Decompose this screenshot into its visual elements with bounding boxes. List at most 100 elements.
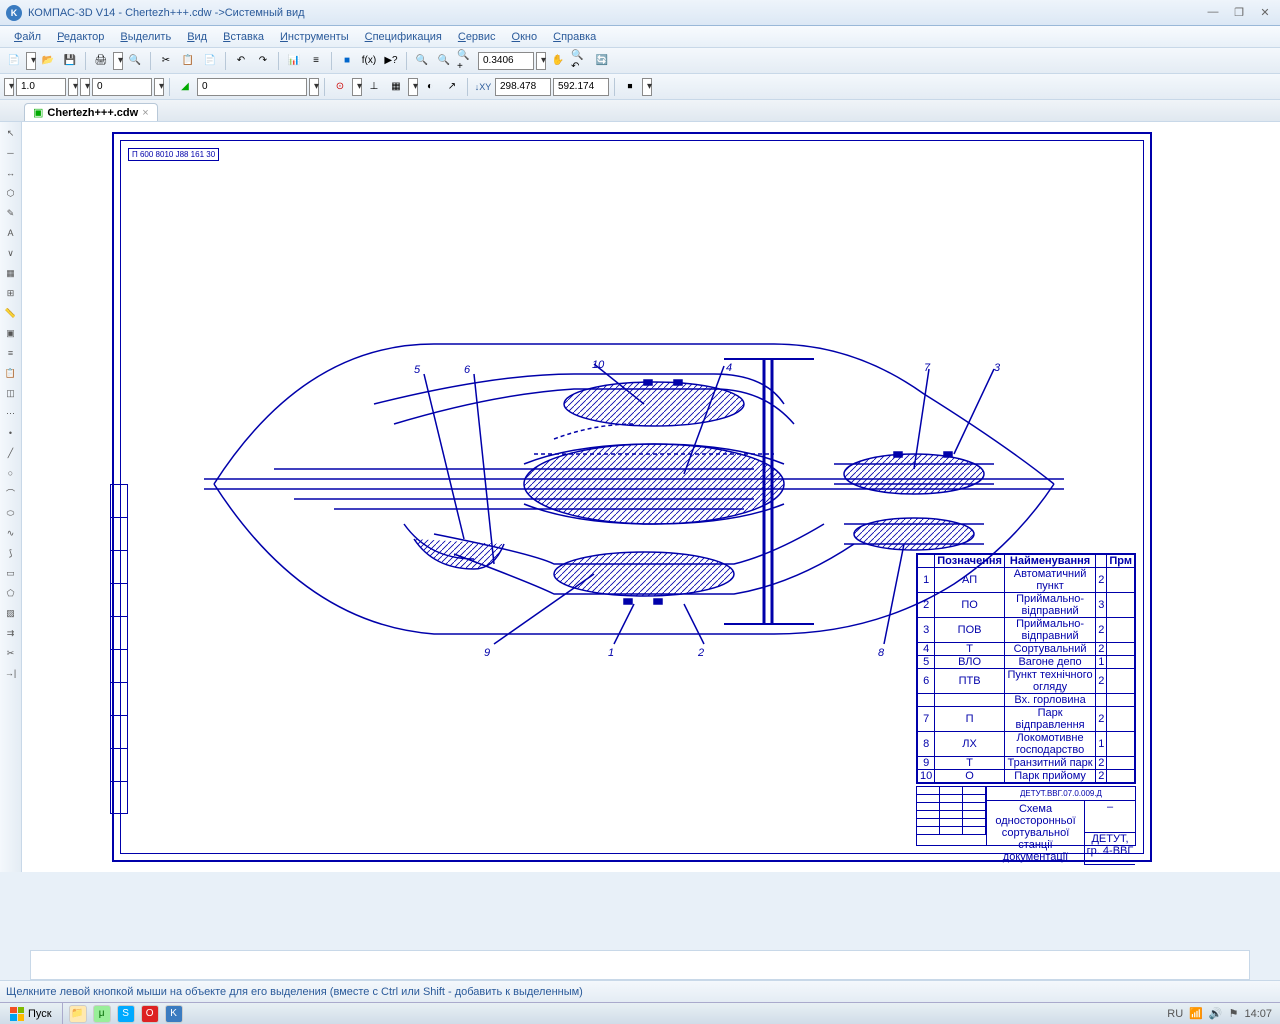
tray-network-icon[interactable]: 📶 bbox=[1189, 1007, 1203, 1020]
canvas[interactable]: П 600 8010 J88 161 30 bbox=[22, 122, 1280, 872]
step-dropdown[interactable] bbox=[154, 78, 164, 96]
zoom-window-button[interactable]: 🔍 bbox=[412, 51, 432, 71]
print-dropdown[interactable] bbox=[113, 52, 123, 70]
taskbar-explorer-icon[interactable]: 📁 bbox=[69, 1005, 87, 1023]
layer-icon[interactable]: ◢ bbox=[175, 77, 195, 97]
vtool-fillet[interactable]: ⟆ bbox=[2, 544, 20, 562]
properties-button[interactable]: 📊 bbox=[284, 51, 304, 71]
undo-button[interactable]: ↶ bbox=[231, 51, 251, 71]
tray-lang-icon[interactable]: RU bbox=[1167, 1008, 1183, 1020]
vtool-select[interactable]: ▣ bbox=[2, 324, 20, 342]
vtool-dim[interactable]: ↔ bbox=[2, 164, 20, 182]
snap-button[interactable]: ⊙ bbox=[330, 77, 350, 97]
doc-tab-close[interactable]: × bbox=[142, 107, 148, 119]
menu-help[interactable]: Справка bbox=[545, 31, 604, 43]
vtool-table[interactable]: ▦ bbox=[2, 264, 20, 282]
save-button[interactable]: 💾 bbox=[60, 51, 80, 71]
y-coord[interactable] bbox=[553, 78, 609, 96]
taskbar-utorrent-icon[interactable]: μ bbox=[93, 1005, 111, 1023]
menu-insert[interactable]: Вставка bbox=[215, 31, 272, 43]
vtool-edit[interactable]: ✎ bbox=[2, 204, 20, 222]
close-button[interactable]: ✕ bbox=[1256, 6, 1274, 20]
vtool-spec[interactable]: ≡ bbox=[2, 344, 20, 362]
variables-button[interactable]: ■ bbox=[337, 51, 357, 71]
vtool-trim[interactable]: ✂ bbox=[2, 644, 20, 662]
zoom-input[interactable] bbox=[478, 52, 534, 70]
maximize-button[interactable]: ❐ bbox=[1230, 6, 1248, 20]
paste-button[interactable]: 📄 bbox=[200, 51, 220, 71]
tray-clock[interactable]: 14:07 bbox=[1244, 1008, 1272, 1020]
vtool-point[interactable]: • bbox=[2, 424, 20, 442]
open-button[interactable]: 📂 bbox=[38, 51, 58, 71]
end-button[interactable]: ⏹ bbox=[620, 77, 640, 97]
vtool-rect[interactable]: ▭ bbox=[2, 564, 20, 582]
vtool-extend[interactable]: →| bbox=[2, 664, 20, 682]
vtool-arc[interactable]: ⌒ bbox=[2, 484, 20, 502]
vtool-geom[interactable]: ⬡ bbox=[2, 184, 20, 202]
tray-flag-icon[interactable]: ⚑ bbox=[1229, 1007, 1239, 1020]
grid-dropdown[interactable] bbox=[408, 78, 418, 96]
layers-button[interactable]: ≡ bbox=[306, 51, 326, 71]
print-button[interactable]: 🖨 bbox=[91, 51, 111, 71]
menu-select[interactable]: Выделить bbox=[112, 31, 179, 43]
copy-button[interactable]: 📋 bbox=[178, 51, 198, 71]
menu-spec[interactable]: Спецификация bbox=[357, 31, 450, 43]
preview-button[interactable]: 🔍 bbox=[125, 51, 145, 71]
vtool-offset[interactable]: ⇉ bbox=[2, 624, 20, 642]
zoom-in-button[interactable]: 🔍+ bbox=[456, 51, 476, 71]
doc-tab-active[interactable]: ▣ Chertezh+++.cdw × bbox=[24, 103, 158, 121]
redo-button[interactable]: ↷ bbox=[253, 51, 273, 71]
zoom-prev-button[interactable]: 🔍↶ bbox=[570, 51, 590, 71]
scale-dropdown[interactable] bbox=[68, 78, 78, 96]
ortho-button[interactable]: ⊥ bbox=[364, 77, 384, 97]
snap-dropdown[interactable] bbox=[352, 78, 362, 96]
step-type-dropdown[interactable] bbox=[80, 78, 90, 96]
vtool-spline[interactable]: ∿ bbox=[2, 524, 20, 542]
taskbar-skype-icon[interactable]: S bbox=[117, 1005, 135, 1023]
menu-file[interactable]: Файл bbox=[6, 31, 49, 43]
x-coord[interactable] bbox=[495, 78, 551, 96]
command-area[interactable] bbox=[30, 950, 1250, 980]
vtool-rough[interactable]: ∨ bbox=[2, 244, 20, 262]
fx-button[interactable]: f(x) bbox=[359, 51, 379, 71]
vtool-arrow[interactable]: ↖ bbox=[2, 124, 20, 142]
scale-input[interactable] bbox=[16, 78, 66, 96]
vtool-segment[interactable]: ╱ bbox=[2, 444, 20, 462]
pan-button[interactable]: ✋ bbox=[548, 51, 568, 71]
vtool-text[interactable]: A bbox=[2, 224, 20, 242]
tray-volume-icon[interactable]: 🔊 bbox=[1209, 1007, 1223, 1020]
taskbar-kompas-icon[interactable]: K bbox=[165, 1005, 183, 1023]
vtool-param[interactable]: ⊞ bbox=[2, 284, 20, 302]
taskbar-opera-icon[interactable]: O bbox=[141, 1005, 159, 1023]
menu-view[interactable]: Вид bbox=[179, 31, 215, 43]
layer-input[interactable] bbox=[197, 78, 307, 96]
local-cs-button[interactable]: ↗ bbox=[442, 77, 462, 97]
scale-type-dropdown[interactable] bbox=[4, 78, 14, 96]
menu-window[interactable]: Окно bbox=[504, 31, 546, 43]
vtool-measure[interactable]: 📏 bbox=[2, 304, 20, 322]
menu-tools[interactable]: Инструменты bbox=[272, 31, 357, 43]
step-input[interactable] bbox=[92, 78, 152, 96]
cut-button[interactable]: ✂ bbox=[156, 51, 176, 71]
help-context-button[interactable]: ▶? bbox=[381, 51, 401, 71]
vtool-ellipse[interactable]: ⬭ bbox=[2, 504, 20, 522]
zoom-fit-button[interactable]: 🔍 bbox=[434, 51, 454, 71]
zoom-dropdown[interactable] bbox=[536, 52, 546, 70]
vtool-report[interactable]: 📋 bbox=[2, 364, 20, 382]
vtool-insert[interactable]: ◫ bbox=[2, 384, 20, 402]
vtool-line[interactable]: ─ bbox=[2, 144, 20, 162]
refresh-button[interactable]: 🔄 bbox=[592, 51, 612, 71]
layer-dropdown[interactable] bbox=[309, 78, 319, 96]
new-dropdown[interactable] bbox=[26, 52, 36, 70]
vtool-hatch[interactable]: ▨ bbox=[2, 604, 20, 622]
start-button[interactable]: Пуск bbox=[0, 1003, 63, 1024]
round-button[interactable]: ◐ bbox=[420, 77, 440, 97]
end-dropdown[interactable] bbox=[642, 78, 652, 96]
grid-button[interactable]: ▦ bbox=[386, 77, 406, 97]
menu-edit[interactable]: Редактор bbox=[49, 31, 112, 43]
vtool-poly[interactable]: ⬠ bbox=[2, 584, 20, 602]
menu-service[interactable]: Сервис bbox=[450, 31, 504, 43]
minimize-button[interactable]: — bbox=[1204, 6, 1222, 20]
new-button[interactable]: 📄 bbox=[4, 51, 24, 71]
vtool-circle[interactable]: ○ bbox=[2, 464, 20, 482]
